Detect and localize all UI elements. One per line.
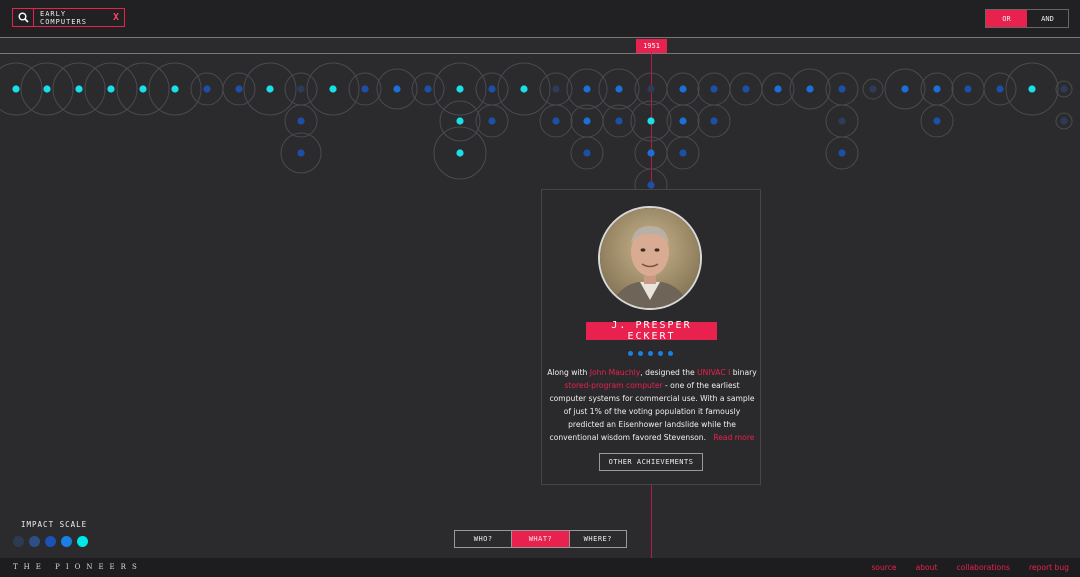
site-brand: THE PIONEERS <box>13 563 143 571</box>
pioneer-dot[interactable] <box>52 62 106 116</box>
top-bar: EARLY COMPUTERS X OR AND <box>0 0 1080 37</box>
search-icon[interactable] <box>13 9 34 26</box>
pioneer-portrait <box>598 206 702 310</box>
clear-filter-button[interactable]: X <box>113 12 124 23</box>
pioneer-dot[interactable] <box>789 68 831 110</box>
pioneer-dot[interactable] <box>280 132 322 174</box>
pioneer-dot[interactable] <box>697 104 731 138</box>
pioneer-dot[interactable] <box>1005 62 1059 116</box>
or-button[interactable]: OR <box>986 10 1027 27</box>
pioneer-dot[interactable] <box>761 72 795 106</box>
scale-dot-1 <box>13 536 24 547</box>
pioneer-impact-rating <box>628 351 673 356</box>
impact-dot <box>648 351 653 356</box>
impact-scale-legend <box>13 536 88 547</box>
scale-dot-4 <box>61 536 72 547</box>
pioneer-dot[interactable] <box>284 72 318 106</box>
pioneer-dot[interactable] <box>951 72 985 106</box>
search-filter[interactable]: EARLY COMPUTERS X <box>12 8 125 27</box>
timeline-top-line <box>0 37 1080 38</box>
desc-text: , designed the <box>640 368 698 377</box>
pioneer-dot[interactable] <box>497 62 551 116</box>
pioneer-description: Along with John Mauchly, designed the UN… <box>546 366 758 444</box>
pioneer-dot[interactable] <box>116 62 170 116</box>
desc-text: binary <box>730 368 757 377</box>
pioneer-dot[interactable] <box>306 62 360 116</box>
filter-tag-label: EARLY COMPUTERS <box>40 9 87 26</box>
footer-link-report-bug[interactable]: report bug <box>1029 563 1069 572</box>
pioneer-dot[interactable] <box>570 104 604 138</box>
pioneer-dot[interactable] <box>884 68 926 110</box>
pioneer-dot[interactable] <box>825 72 859 106</box>
pioneer-dot[interactable] <box>243 62 297 116</box>
pioneer-dot[interactable] <box>630 100 672 142</box>
pioneer-dot[interactable] <box>539 104 573 138</box>
pioneer-dot[interactable] <box>666 72 700 106</box>
pioneer-dot[interactable] <box>602 104 636 138</box>
pioneer-dot[interactable] <box>190 72 224 106</box>
pioneer-dot[interactable] <box>697 72 731 106</box>
impact-scale-label: IMPACT SCALE <box>21 520 88 529</box>
pioneer-dot[interactable] <box>634 72 668 106</box>
pioneer-dot[interactable] <box>566 68 608 110</box>
pioneer-dot[interactable] <box>920 104 954 138</box>
view-tabs: WHO? WHAT? WHERE? <box>454 530 627 548</box>
pioneer-dot[interactable] <box>348 72 382 106</box>
tab-what[interactable]: WHAT? <box>511 531 569 547</box>
footer-link-about[interactable]: about <box>916 563 938 572</box>
pioneer-dot[interactable] <box>666 104 700 138</box>
pioneer-dot[interactable] <box>84 62 138 116</box>
read-more-link[interactable]: Read more <box>713 433 754 442</box>
pioneer-dot[interactable] <box>862 78 884 100</box>
pioneer-dot[interactable] <box>598 68 640 110</box>
tab-where[interactable]: WHERE? <box>568 531 626 547</box>
pioneer-dot[interactable] <box>475 104 509 138</box>
pioneer-dot[interactable] <box>666 136 700 170</box>
pioneer-dot[interactable] <box>983 72 1017 106</box>
pioneer-dot[interactable] <box>634 136 668 170</box>
link-john-mauchly[interactable]: John Mauchly <box>590 368 641 377</box>
pioneer-dot[interactable] <box>920 72 954 106</box>
footer: THE PIONEERS source about collaborations… <box>0 558 1080 577</box>
pioneer-dot[interactable] <box>825 136 859 170</box>
pioneer-name: J. PRESPER ECKERT <box>586 320 717 342</box>
link-univac[interactable]: UNIVAC I <box>697 368 730 377</box>
pioneer-card: J. PRESPER ECKERT Along with John Mauchl… <box>541 189 761 485</box>
footer-link-collaborations[interactable]: collaborations <box>956 563 1009 572</box>
pioneer-dot[interactable] <box>284 104 318 138</box>
and-button[interactable]: AND <box>1027 10 1068 27</box>
footer-links: source about collaborations report bug <box>871 563 1069 572</box>
impact-dot <box>658 351 663 356</box>
pioneer-dot[interactable] <box>433 62 487 116</box>
pioneer-dot-field[interactable] <box>0 54 1080 194</box>
filter-tag: EARLY COMPUTERS <box>34 9 113 26</box>
year-marker[interactable]: 1951 <box>636 39 667 53</box>
pioneer-dot[interactable] <box>222 72 256 106</box>
scale-dot-3 <box>45 536 56 547</box>
desc-text: Along with <box>547 368 590 377</box>
other-achievements-button[interactable]: OTHER ACHIEVEMENTS <box>599 453 703 471</box>
pioneer-dot[interactable] <box>148 62 202 116</box>
impact-dot <box>638 351 643 356</box>
pioneer-dot[interactable] <box>20 62 74 116</box>
pioneer-dot[interactable] <box>439 100 481 142</box>
pioneer-dot[interactable] <box>1055 112 1073 130</box>
scale-dot-2 <box>29 536 40 547</box>
tab-who[interactable]: WHO? <box>455 531 511 547</box>
pioneer-dot[interactable] <box>570 136 604 170</box>
link-stored-program-computer[interactable]: stored-program computer <box>564 381 662 390</box>
pioneer-dot[interactable] <box>825 104 859 138</box>
pioneer-dot[interactable] <box>475 72 509 106</box>
pioneer-dot[interactable] <box>433 126 487 180</box>
logic-toggle: OR AND <box>985 9 1069 28</box>
pioneer-dot[interactable] <box>376 68 418 110</box>
scale-dot-5 <box>77 536 88 547</box>
footer-link-source[interactable]: source <box>871 563 896 572</box>
impact-dot <box>628 351 633 356</box>
pioneer-dot[interactable] <box>729 72 763 106</box>
impact-dot <box>668 351 673 356</box>
